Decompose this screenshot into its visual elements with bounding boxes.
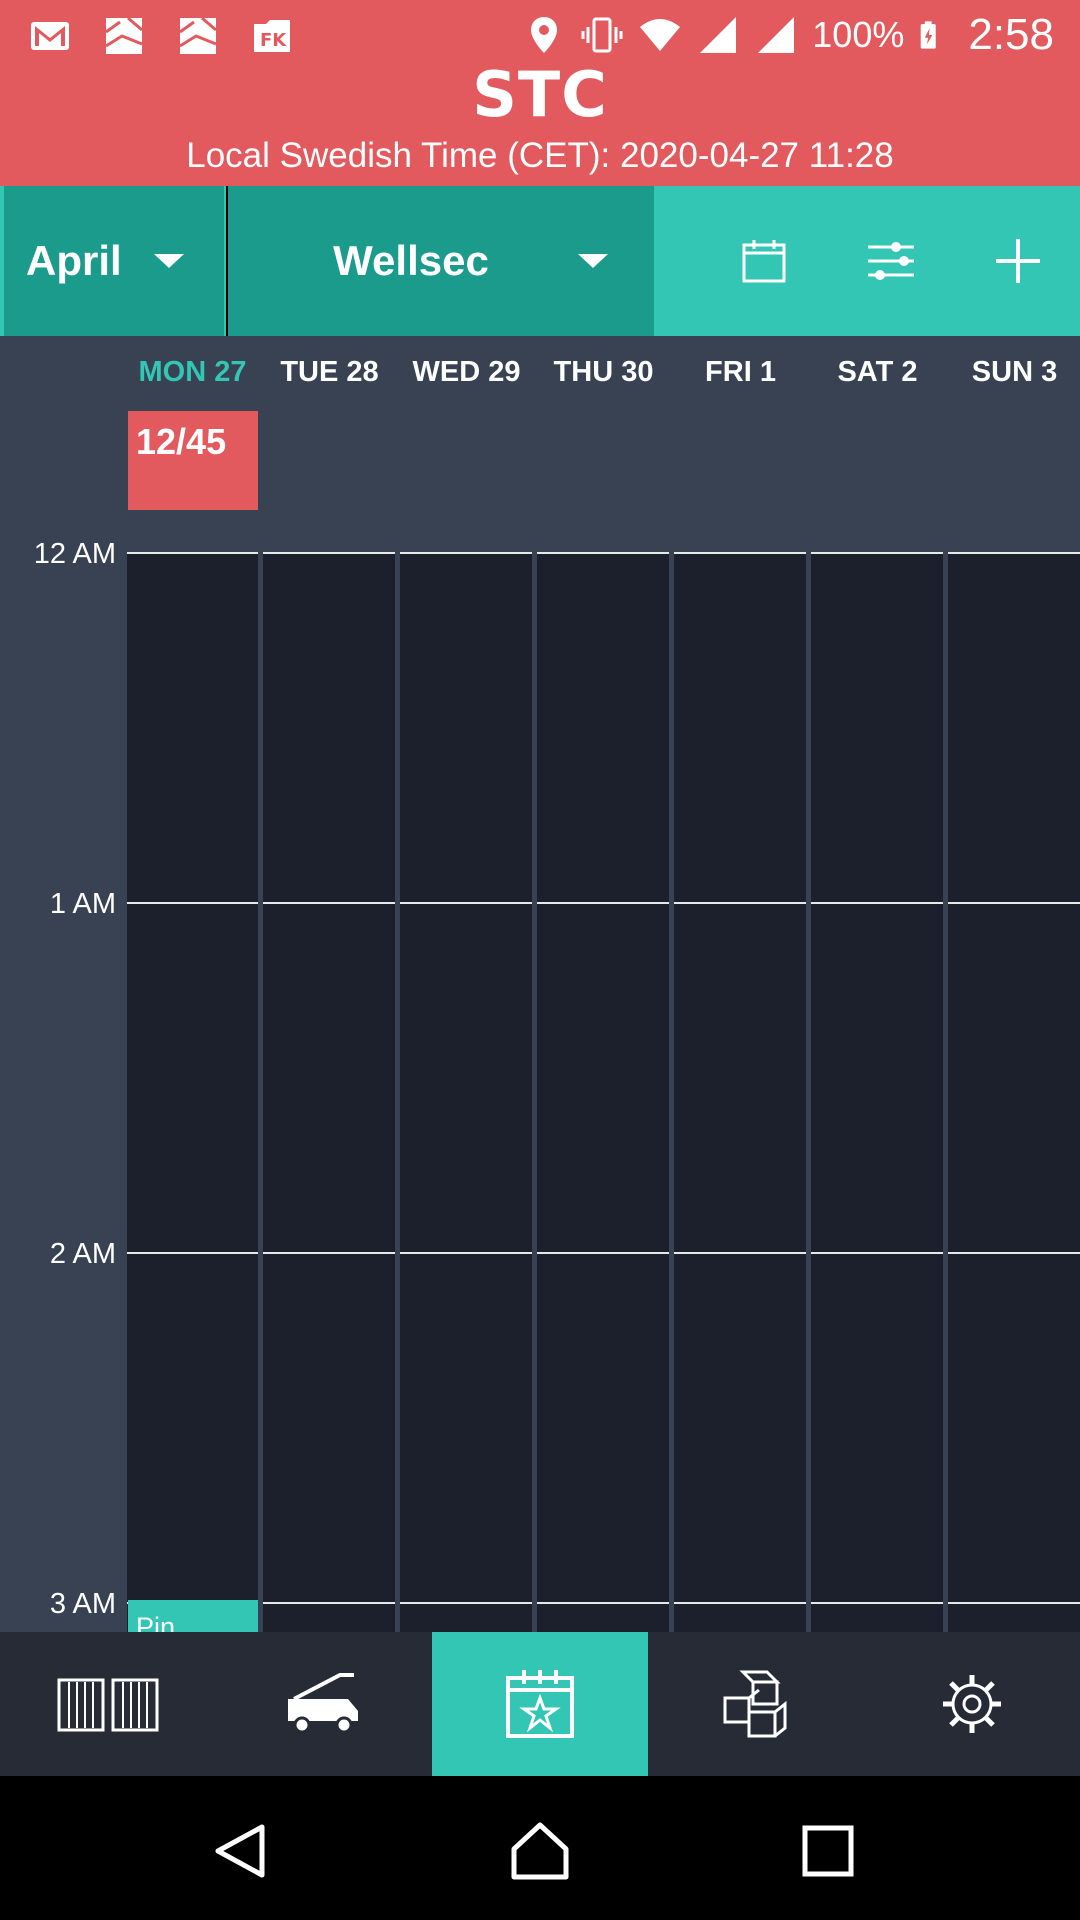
day-header-wed[interactable]: WED 29 xyxy=(398,356,535,389)
photo-icon xyxy=(179,16,217,54)
hour-label: 2 AM xyxy=(49,1238,116,1270)
gmail-icon xyxy=(31,22,69,50)
local-time-label: Local Swedish Time (CET): 2020-04-27 11:… xyxy=(186,136,894,175)
filter-button[interactable] xyxy=(851,221,931,301)
week-calendar: MON 27 TUE 28 WED 29 THU 30 FRI 1 SAT 2 … xyxy=(0,336,1080,1632)
hour-line xyxy=(127,902,1080,904)
home-icon xyxy=(511,1822,569,1880)
hour-line xyxy=(127,552,1080,554)
site-dropdown[interactable]: Wellsec xyxy=(228,186,654,336)
add-icon xyxy=(996,239,1040,283)
day-header-tue[interactable]: TUE 28 xyxy=(261,356,398,389)
calendar-icon xyxy=(742,240,786,283)
day-divider xyxy=(669,552,674,1632)
bottom-navigation xyxy=(0,1632,1080,1776)
chevron-down-icon xyxy=(154,254,184,268)
system-navigation-bar xyxy=(0,1776,1080,1920)
recents-button[interactable] xyxy=(793,1816,863,1886)
nav-inventory[interactable] xyxy=(648,1632,864,1776)
home-button[interactable] xyxy=(505,1816,575,1886)
signal-icon xyxy=(700,17,737,53)
signal-icon xyxy=(758,17,795,53)
back-icon xyxy=(215,1824,265,1878)
nav-gates[interactable] xyxy=(0,1632,216,1776)
location-icon xyxy=(531,17,558,53)
event-label: Pin xyxy=(136,1612,176,1632)
hour-label: 1 AM xyxy=(49,888,116,920)
day-divider xyxy=(258,552,263,1632)
day-header-fri[interactable]: FRI 1 xyxy=(672,356,809,389)
hour-line xyxy=(127,1602,1080,1604)
settings-gear-icon xyxy=(943,1675,1001,1733)
photo-icon xyxy=(105,16,143,54)
battery-percent: 100% xyxy=(812,14,905,55)
toolbar-actions xyxy=(654,186,1080,336)
calendar-button[interactable] xyxy=(724,221,804,301)
day-header-sun[interactable]: SUN 3 xyxy=(946,356,1080,389)
toolbar: April Wellsec xyxy=(0,186,1080,336)
wifi-icon xyxy=(640,19,681,51)
truck-crane-icon xyxy=(288,1673,358,1734)
day-divider xyxy=(532,552,537,1632)
nav-vehicles[interactable] xyxy=(216,1632,432,1776)
day-divider xyxy=(943,552,948,1632)
day-header-sat[interactable]: SAT 2 xyxy=(809,356,946,389)
nav-settings[interactable] xyxy=(864,1632,1080,1776)
app-title: STC xyxy=(472,58,608,131)
hour-label: 12 AM xyxy=(33,538,116,570)
chevron-down-icon xyxy=(578,254,608,268)
filter-sliders-icon xyxy=(868,242,914,280)
allday-count-badge[interactable]: 12/45 xyxy=(128,411,258,510)
svg-text:FK: FK xyxy=(260,30,287,51)
gate-icon xyxy=(57,1678,159,1732)
nav-calendar[interactable] xyxy=(432,1632,648,1776)
day-header-thu[interactable]: THU 30 xyxy=(535,356,672,389)
boxes-icon xyxy=(723,1670,787,1738)
day-divider xyxy=(395,552,400,1632)
allday-count-label: 12/45 xyxy=(136,421,227,462)
day-header-mon[interactable]: MON 27 xyxy=(124,356,261,389)
add-button[interactable] xyxy=(978,221,1058,301)
recents-icon xyxy=(802,1825,854,1877)
hour-label: 3 AM xyxy=(49,1588,116,1620)
calendar-event[interactable]: Pin xyxy=(128,1600,258,1632)
calendar-star-icon xyxy=(506,1670,574,1738)
time-grid[interactable] xyxy=(127,552,1080,1632)
day-divider xyxy=(806,552,811,1632)
site-label: Wellsec xyxy=(333,237,489,284)
vibrate-icon xyxy=(581,17,623,53)
app-header: FK 100% 2:58 STC Local Swedish Time (CET… xyxy=(0,0,1080,186)
status-time: 2:58 xyxy=(968,10,1054,59)
hour-line xyxy=(127,1252,1080,1254)
month-dropdown[interactable]: April xyxy=(0,186,226,336)
month-label: April xyxy=(26,237,122,284)
battery-charging-icon xyxy=(921,21,937,49)
fk-app-icon: FK xyxy=(254,20,290,52)
back-button[interactable] xyxy=(205,1816,275,1886)
